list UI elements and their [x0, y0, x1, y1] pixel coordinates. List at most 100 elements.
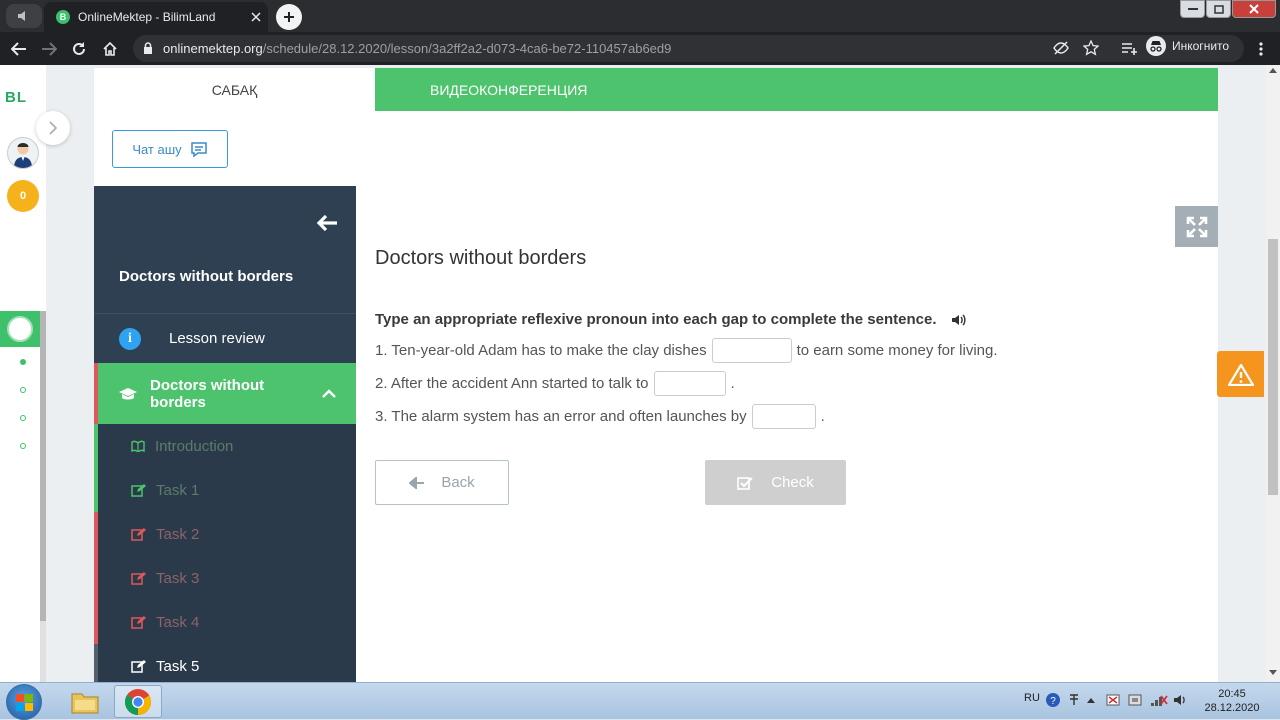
rail-dot[interactable]: [20, 415, 26, 421]
question-text-after: to earn some money for living.: [796, 342, 998, 359]
rail-dot[interactable]: [20, 443, 26, 449]
tab-lesson[interactable]: САБАҚ: [94, 68, 375, 111]
question-row: 2. After the accident Ann started to tal…: [375, 371, 735, 396]
window-maximize-button[interactable]: [1206, 0, 1231, 18]
browser-tab[interactable]: B OnlineMektep - BilimLand: [44, 2, 268, 32]
kebab-menu-icon[interactable]: [1250, 38, 1272, 60]
bookmark-star-icon[interactable]: [1083, 40, 1099, 56]
bilimland-logo[interactable]: BL: [5, 89, 27, 106]
tab-videoconference[interactable]: ВИДЕОКОНФЕРЕНЦИЯ: [375, 68, 1218, 111]
rail-scrollbar-thumb[interactable]: [40, 311, 46, 621]
clock-time: 20:45: [1218, 688, 1246, 700]
url-path: /schedule/28.12.2020/lesson/3a2ff2a2-d07…: [262, 41, 672, 56]
reading-list-icon[interactable]: [1118, 38, 1140, 60]
info-icon: i: [119, 327, 141, 350]
browser-tab-strip: B OnlineMektep - BilimLand: [0, 0, 1280, 32]
onlinemektep-home-icon[interactable]: [0, 311, 40, 347]
tab-title: OnlineMektep - BilimLand: [78, 10, 216, 24]
lesson-sidebar: Doctors without borders i Lesson review …: [94, 186, 356, 682]
sidebar-section-active[interactable]: Doctors without borders: [94, 363, 356, 424]
bilimland-favicon-icon: B: [56, 10, 70, 24]
twig-app-icon[interactable]: Twig: [11, 665, 35, 682]
reload-icon[interactable]: [68, 38, 90, 60]
action-center-tray-icon[interactable]: [1127, 692, 1143, 708]
chevron-up-icon[interactable]: [322, 389, 336, 398]
incognito-icon: [1146, 36, 1166, 56]
book-icon: [131, 440, 145, 452]
answer-input[interactable]: [653, 371, 726, 396]
back-button[interactable]: Back: [375, 460, 509, 505]
network-tray-icon[interactable]: [1066, 692, 1082, 708]
help-tray-icon[interactable]: ?: [1045, 692, 1061, 708]
security-tray-icon[interactable]: [1105, 692, 1121, 708]
sidebar-item-label: Introduction: [155, 437, 234, 455]
bilimland-app-icon[interactable]: BILIM Land: [11, 553, 35, 577]
sidebar-item-task-4[interactable]: Task 4: [94, 600, 356, 644]
sidebar-item-task-3[interactable]: Task 3: [94, 556, 356, 600]
fullscreen-expand-icon[interactable]: [1175, 206, 1218, 247]
task-instruction: Type an appropriate reflexive pronoun in…: [375, 311, 967, 328]
tab-close-icon[interactable]: [244, 12, 268, 22]
sidebar-item-label: Task 4: [156, 613, 200, 631]
question-text-after: .: [820, 408, 825, 425]
edit-icon: [131, 615, 146, 629]
open-chat-button[interactable]: Чат ашу: [112, 130, 228, 168]
file-explorer-icon[interactable]: [62, 685, 108, 718]
question-text: 1. Ten-year-old Adam has to make the cla…: [375, 342, 707, 359]
windows-taskbar: RU ? 20:45 28.12.2020: [0, 682, 1280, 720]
chrome-taskbar-icon[interactable]: [114, 685, 162, 718]
language-indicator[interactable]: RU: [1024, 692, 1040, 704]
eye-off-icon[interactable]: [1053, 41, 1069, 55]
sidebar-item-task-1[interactable]: Task 1: [94, 468, 356, 512]
rail-dot-active[interactable]: [20, 359, 26, 365]
url-text[interactable]: onlinemektep.org/schedule/28.12.2020/les…: [163, 41, 671, 56]
edit-icon: [131, 659, 146, 673]
tray-clock[interactable]: 20:45 28.12.2020: [1204, 687, 1260, 715]
volume-tray-icon[interactable]: [1173, 692, 1189, 708]
sidebar-item-task-5[interactable]: Task 5: [94, 644, 356, 682]
checkbox-icon: [737, 476, 753, 490]
rail-dot[interactable]: [20, 387, 26, 393]
window-close-button[interactable]: [1232, 0, 1276, 18]
check-button[interactable]: Check: [705, 460, 846, 505]
question-text: 3. The alarm system has an error and oft…: [375, 408, 747, 425]
page-scrollbar[interactable]: [1266, 65, 1280, 682]
sidebar-item-label: Task 2: [156, 525, 200, 543]
browser-toolbar: onlinemektep.org/schedule/28.12.2020/les…: [0, 32, 1280, 65]
forward-arrow-icon[interactable]: [38, 38, 60, 60]
question-text: 2. After the accident Ann started to tal…: [375, 375, 649, 392]
answer-input[interactable]: [751, 404, 816, 429]
url-host: onlinemektep.org: [163, 41, 263, 56]
test-app-icon[interactable]: Тест: [11, 627, 35, 651]
help-app-icon[interactable]: ?: [11, 477, 35, 501]
bilimbook-app-icon[interactable]: BILIM Book: [11, 589, 35, 613]
clock-date: 28.12.2020: [1204, 702, 1260, 714]
tab-audio-icon[interactable]: [6, 4, 42, 28]
tray-expand-icon[interactable]: [1086, 692, 1102, 708]
network-status-tray-icon[interactable]: [1150, 692, 1168, 708]
coins-badge[interactable]: 0: [7, 180, 39, 212]
incognito-badge[interactable]: Инкогнито: [1146, 35, 1229, 57]
report-warning-icon[interactable]: [1217, 351, 1264, 397]
windows-start-button[interactable]: [6, 684, 42, 720]
sidebar-item-task-2[interactable]: Task 2: [94, 512, 356, 556]
home-icon[interactable]: [99, 38, 121, 60]
window-minimize-button[interactable]: [1180, 0, 1205, 18]
rail-scrollbar[interactable]: [40, 311, 46, 682]
speaker-icon[interactable]: [951, 313, 967, 327]
address-bar[interactable]: onlinemektep.org/schedule/28.12.2020/les…: [133, 35, 1244, 62]
sidebar-item-introduction[interactable]: Introduction: [94, 424, 356, 468]
avatar[interactable]: [7, 137, 39, 169]
sidebar-back-arrow-icon[interactable]: [316, 214, 338, 232]
sidebar-item-lesson-review[interactable]: i Lesson review: [94, 313, 356, 363]
check-button-label: Check: [771, 474, 814, 491]
sidebar-item-label: Task 1: [156, 481, 200, 499]
back-arrow-icon[interactable]: [8, 38, 30, 60]
answer-input[interactable]: [711, 338, 792, 363]
question-row: 3. The alarm system has an error and oft…: [375, 404, 825, 429]
page-scrollbar-thumb[interactable]: [1268, 239, 1278, 495]
pisa-app-icon[interactable]: PISA: [11, 515, 35, 539]
sidebar-item-label: Task 5: [156, 657, 200, 675]
rail-expand-button[interactable]: [36, 111, 70, 145]
new-tab-button[interactable]: [276, 4, 302, 30]
